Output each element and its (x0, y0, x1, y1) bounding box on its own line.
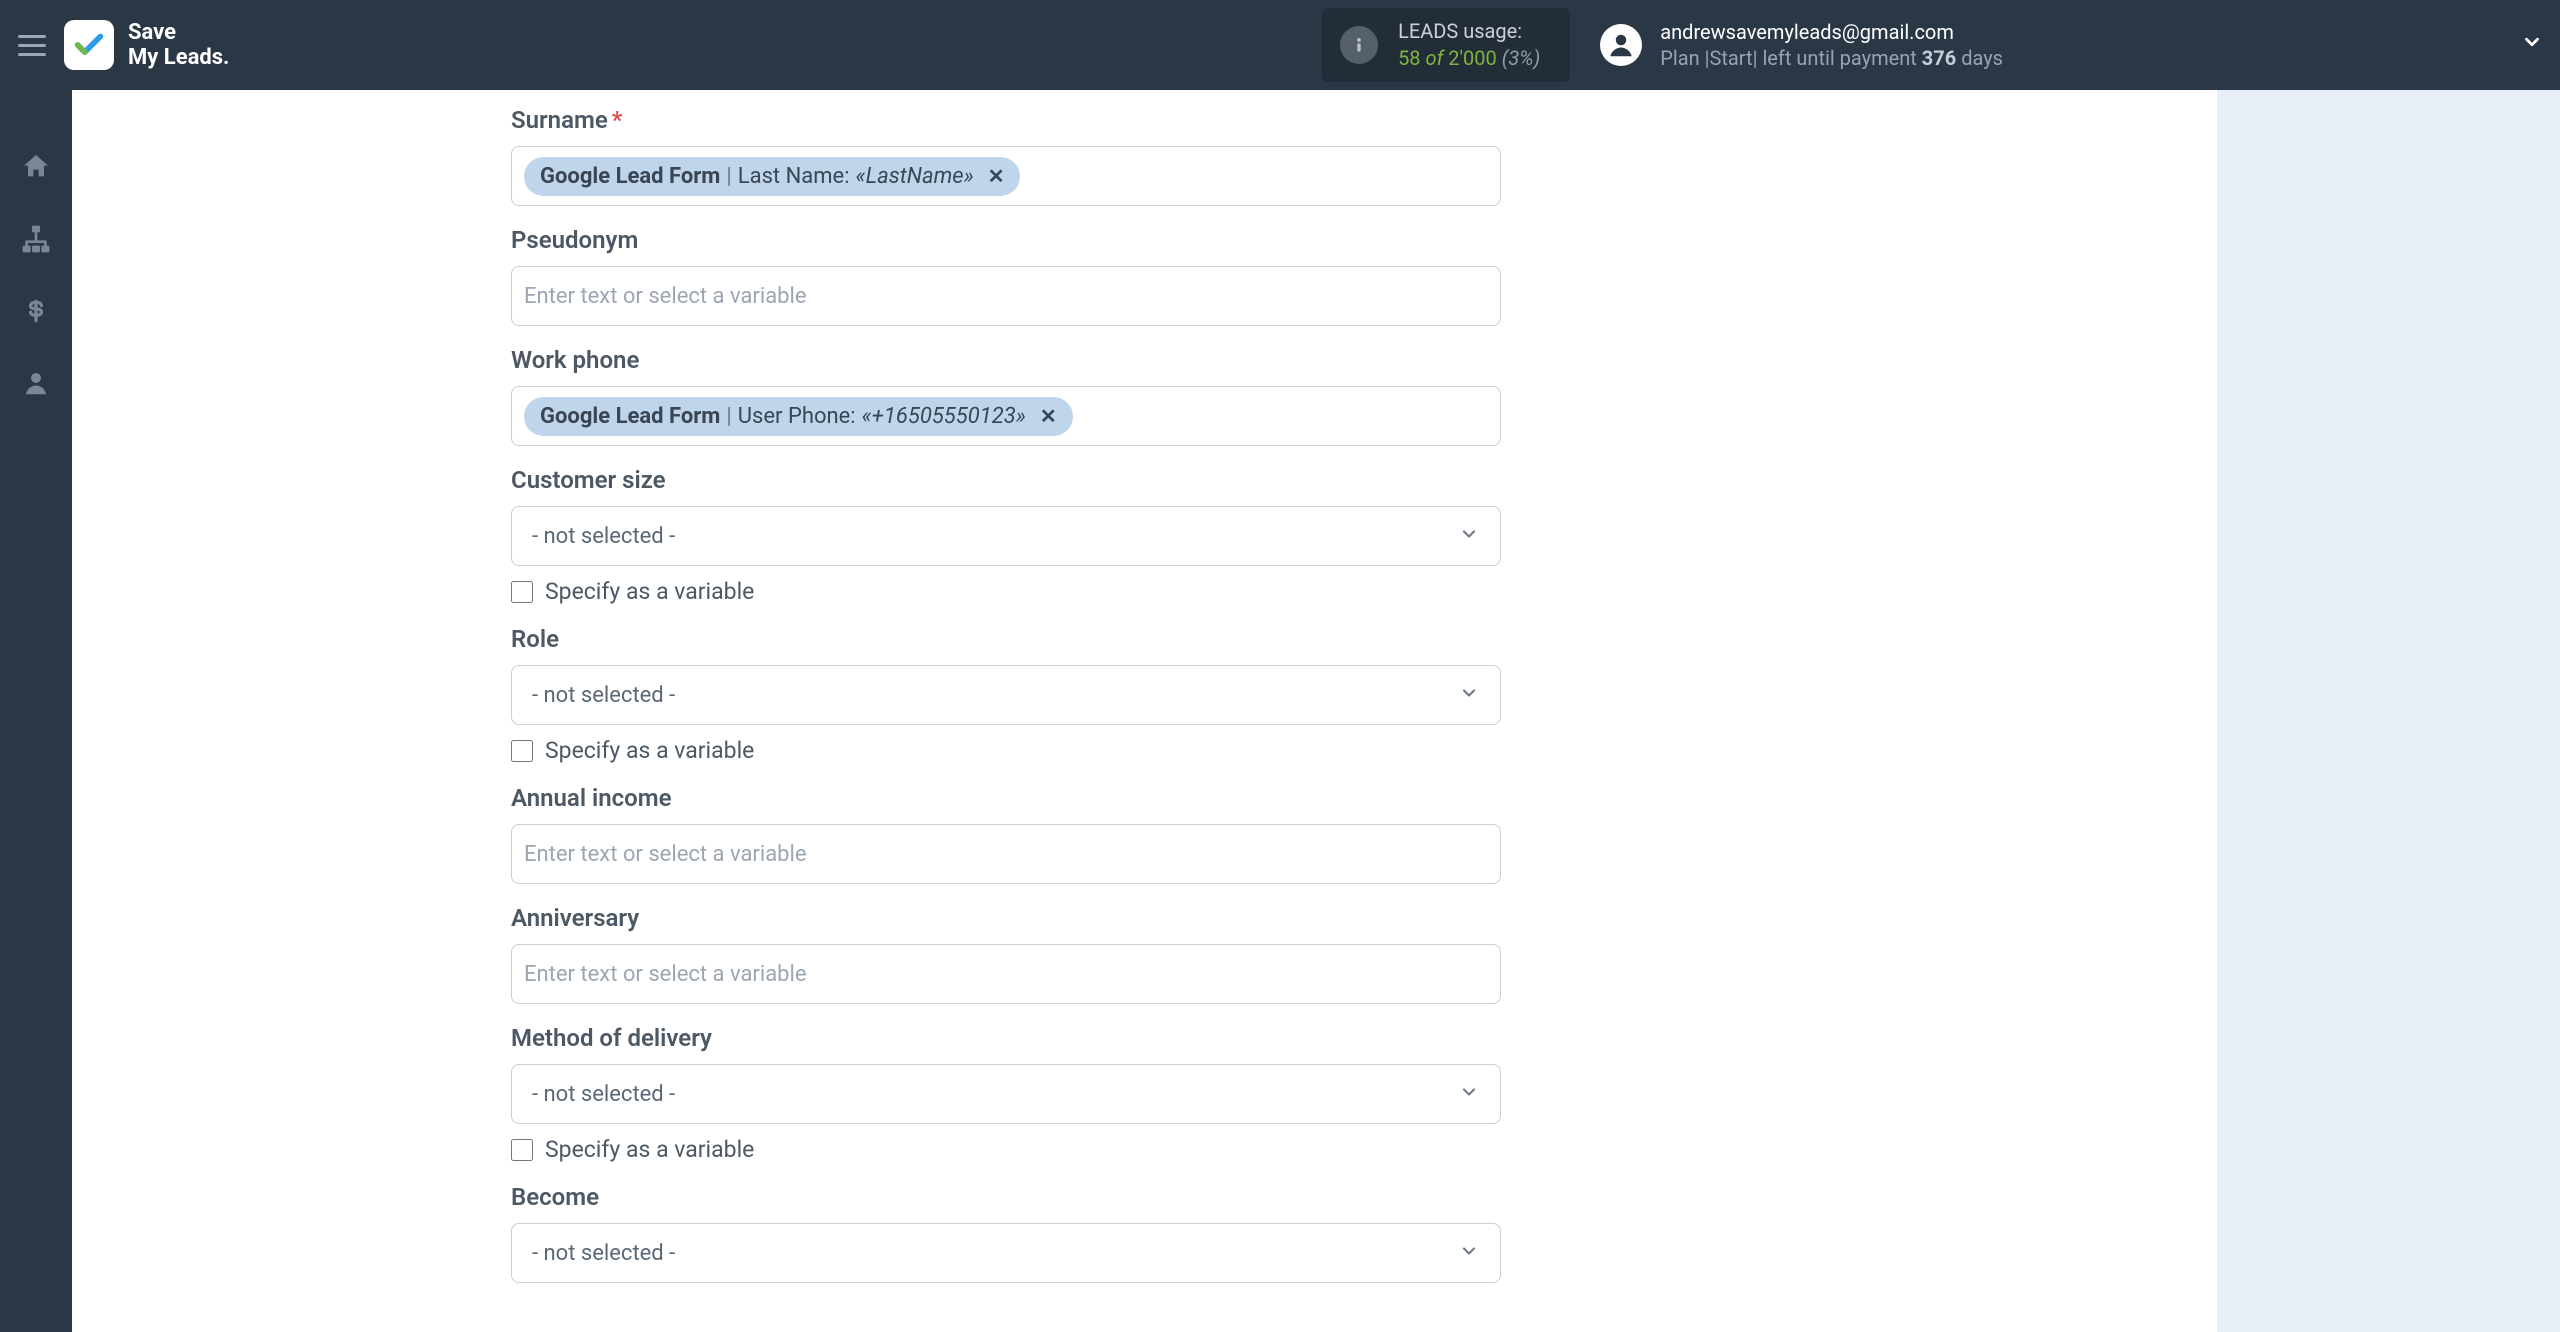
customer-size-select[interactable]: - not selected - (511, 506, 1501, 566)
logo-icon (64, 20, 114, 70)
sidebar (0, 90, 72, 1332)
leads-total: 2'000 (1448, 46, 1496, 70)
account-plan: Plan |Start| left until payment 376 days (1660, 45, 2003, 71)
user-avatar-icon (1600, 24, 1642, 66)
role-variable-checkbox[interactable]: Specify as a variable (511, 737, 1501, 764)
annual-income-label: Annual income (511, 784, 1501, 812)
work-phone-chip: Google Lead Form | User Phone: «+1650555… (524, 397, 1073, 436)
method-of-delivery-variable-checkbox[interactable]: Specify as a variable (511, 1136, 1501, 1163)
account-chevron-down-icon[interactable] (2521, 31, 2543, 59)
surname-label: Surname* (511, 106, 1501, 134)
anniversary-input[interactable]: Enter text or select a variable (511, 944, 1501, 1004)
field-surname: Surname* Google Lead Form | Last Name: «… (511, 106, 1501, 206)
surname-chip-remove-icon[interactable]: ✕ (988, 164, 1005, 188)
work-phone-label: Work phone (511, 346, 1501, 374)
pseudonym-placeholder: Enter text or select a variable (524, 284, 807, 309)
menu-toggle-button[interactable] (18, 35, 46, 56)
checkbox[interactable] (511, 740, 533, 762)
content-area: Surname* Google Lead Form | Last Name: «… (72, 90, 2560, 1332)
role-label: Role (511, 625, 1501, 653)
field-annual-income: Annual income Enter text or select a var… (511, 784, 1501, 884)
customer-size-label: Customer size (511, 466, 1501, 494)
logo[interactable]: Save My Leads. (64, 20, 229, 71)
account-email: andrewsavemyleads@gmail.com (1660, 19, 2003, 45)
checkbox[interactable] (511, 581, 533, 603)
form: Surname* Google Lead Form | Last Name: «… (511, 90, 1501, 1283)
field-method-of-delivery: Method of delivery - not selected - Spec… (511, 1024, 1501, 1163)
method-of-delivery-label: Method of delivery (511, 1024, 1501, 1052)
work-phone-input[interactable]: Google Lead Form | User Phone: «+1650555… (511, 386, 1501, 446)
method-of-delivery-select[interactable]: - not selected - (511, 1064, 1501, 1124)
work-phone-chip-remove-icon[interactable]: ✕ (1040, 404, 1057, 428)
home-icon[interactable] (19, 150, 53, 184)
field-pseudonym: Pseudonym Enter text or select a variabl… (511, 226, 1501, 326)
app-header: Save My Leads. LEADS usage: 58 of 2'000 … (0, 0, 2560, 90)
surname-chip: Google Lead Form | Last Name: «LastName»… (524, 157, 1020, 196)
leads-usage-label: LEADS usage: (1398, 18, 1540, 45)
checkbox[interactable] (511, 1139, 533, 1161)
field-anniversary: Anniversary Enter text or select a varia… (511, 904, 1501, 1004)
anniversary-placeholder: Enter text or select a variable (524, 962, 807, 987)
account-info: andrewsavemyleads@gmail.com Plan |Start|… (1660, 19, 2003, 71)
dollar-icon[interactable] (19, 294, 53, 328)
info-icon (1340, 26, 1378, 64)
become-select[interactable]: - not selected - (511, 1223, 1501, 1283)
field-work-phone: Work phone Google Lead Form | User Phone… (511, 346, 1501, 446)
app-name-line1: Save (128, 20, 229, 45)
field-customer-size: Customer size - not selected - Specify a… (511, 466, 1501, 605)
pseudonym-label: Pseudonym (511, 226, 1501, 254)
leads-usage-box: LEADS usage: 58 of 2'000 (3%) (1322, 8, 1570, 82)
annual-income-placeholder: Enter text or select a variable (524, 842, 807, 867)
become-label: Become (511, 1183, 1501, 1211)
leads-used: 58 (1398, 46, 1420, 70)
customer-size-variable-checkbox[interactable]: Specify as a variable (511, 578, 1501, 605)
role-select[interactable]: - not selected - (511, 665, 1501, 725)
leads-usage-text: LEADS usage: 58 of 2'000 (3%) (1398, 18, 1540, 72)
field-role: Role - not selected - Specify as a varia… (511, 625, 1501, 764)
surname-input[interactable]: Google Lead Form | Last Name: «LastName»… (511, 146, 1501, 206)
sitemap-icon[interactable] (19, 222, 53, 256)
main-panel: Surname* Google Lead Form | Last Name: «… (72, 90, 2217, 1332)
leads-percent: (3%) (1502, 46, 1541, 70)
annual-income-input[interactable]: Enter text or select a variable (511, 824, 1501, 884)
anniversary-label: Anniversary (511, 904, 1501, 932)
app-name-line2: My Leads. (128, 45, 229, 70)
account-section[interactable]: andrewsavemyleads@gmail.com Plan |Start|… (1600, 19, 2543, 71)
pseudonym-input[interactable]: Enter text or select a variable (511, 266, 1501, 326)
field-become: Become - not selected - (511, 1183, 1501, 1283)
app-name: Save My Leads. (128, 20, 229, 71)
leads-of: of (1426, 46, 1444, 70)
user-icon[interactable] (19, 366, 53, 400)
